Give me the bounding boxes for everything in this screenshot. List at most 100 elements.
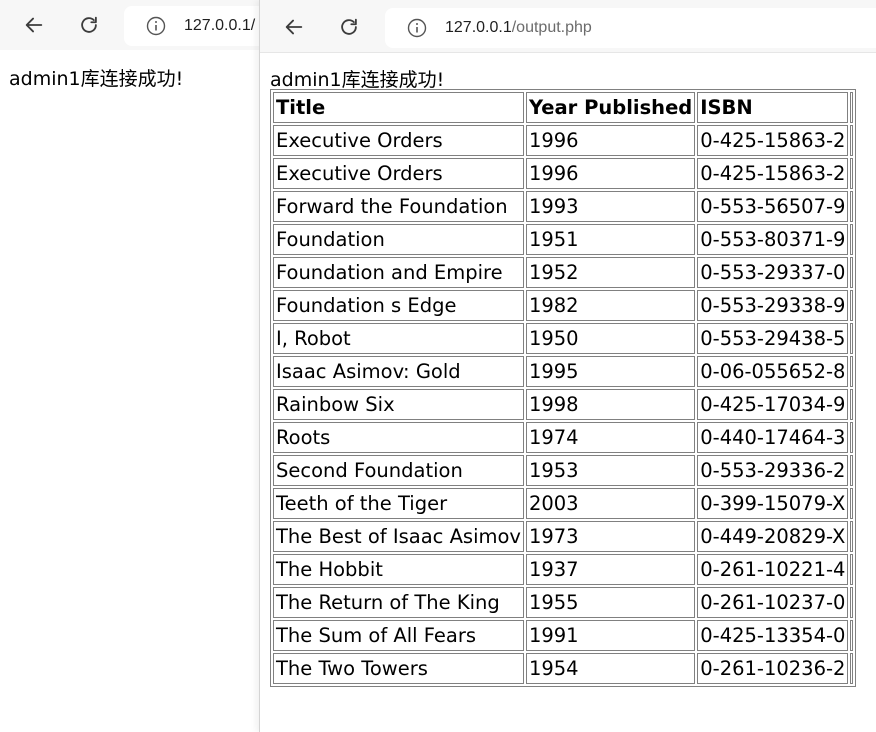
- empty-column-cell: [850, 620, 854, 651]
- column-header-title: Title: [273, 92, 524, 123]
- table-row: Forward the Foundation 1993 0-553-56507-9: [273, 191, 854, 222]
- isbn-cell: 0-425-15863-2: [697, 158, 849, 189]
- year-published-cell: 1951: [525, 224, 696, 255]
- isbn-cell: 0-440-17464-3: [697, 422, 849, 453]
- back-button[interactable]: [18, 9, 50, 41]
- empty-column-cell: [850, 356, 854, 387]
- front-window-toolbar: 127.0.0.1/output.php: [260, 0, 876, 53]
- year-published-cell: 1952: [525, 257, 696, 288]
- connection-status-message: admin1库连接成功!: [9, 68, 184, 90]
- table-row: Isaac Asimov: Gold 1995 0-06-055652-8: [273, 356, 854, 387]
- year-published-cell: 1955: [525, 587, 696, 618]
- year-published-cell: 1953: [525, 455, 696, 486]
- info-icon[interactable]: [146, 16, 166, 36]
- table-row: Executive Orders 1996 0-425-15863-2: [273, 125, 854, 156]
- reload-button[interactable]: [333, 11, 365, 43]
- book-title-cell: The Hobbit: [273, 554, 524, 585]
- book-title-cell: Isaac Asimov: Gold: [273, 356, 524, 387]
- isbn-cell: 0-553-29336-2: [697, 455, 849, 486]
- url-text[interactable]: 127.0.0.1/: [184, 17, 255, 35]
- arrow-left-icon: [25, 17, 43, 33]
- empty-column-cell: [850, 224, 854, 255]
- table-row: Second Foundation 1953 0-553-29336-2: [273, 455, 854, 486]
- empty-column-cell: [850, 290, 854, 321]
- year-published-cell: 1991: [525, 620, 696, 651]
- isbn-cell: 0-449-20829-X: [697, 521, 849, 552]
- isbn-cell: 0-399-15079-X: [697, 488, 849, 519]
- book-title-cell: Forward the Foundation: [273, 191, 524, 222]
- book-title-cell: Foundation: [273, 224, 524, 255]
- back-window-toolbar: 127.0.0.1/: [0, 0, 300, 50]
- year-published-cell: 1993: [525, 191, 696, 222]
- book-title-cell: The Return of The King: [273, 587, 524, 618]
- address-bar[interactable]: 127.0.0.1/output.php: [385, 8, 876, 48]
- isbn-cell: 0-553-56507-9: [697, 191, 849, 222]
- empty-column-cell: [850, 488, 854, 519]
- book-title-cell: Foundation s Edge: [273, 290, 524, 321]
- year-published-cell: 1998: [525, 389, 696, 420]
- isbn-cell: 0-261-10221-4: [697, 554, 849, 585]
- empty-column-cell: [850, 554, 854, 585]
- isbn-cell: 0-06-055652-8: [697, 356, 849, 387]
- year-published-cell: 1996: [525, 158, 696, 189]
- connection-status-message: admin1库连接成功!: [270, 69, 445, 91]
- url-host: 127.0.0.1: [445, 19, 512, 36]
- empty-column-cell: [850, 422, 854, 453]
- isbn-cell: 0-425-13354-0: [697, 620, 849, 651]
- foreground-browser-window: 127.0.0.1/output.php admin1库连接成功! Title …: [259, 0, 876, 732]
- empty-column-cell: [850, 158, 854, 189]
- reload-button[interactable]: [73, 9, 105, 41]
- book-title-cell: Second Foundation: [273, 455, 524, 486]
- table-row: The Hobbit 1937 0-261-10221-4: [273, 554, 854, 585]
- isbn-cell: 0-261-10236-2: [697, 653, 849, 684]
- empty-column-cell: [850, 191, 854, 222]
- books-table-body: Executive Orders 1996 0-425-15863-2 Executi…: [273, 125, 854, 684]
- book-title-cell: The Sum of All Fears: [273, 620, 524, 651]
- year-published-cell: 1937: [525, 554, 696, 585]
- table-row: The Two Towers 1954 0-261-10236-2: [273, 653, 854, 684]
- empty-column-cell: [850, 455, 854, 486]
- info-icon[interactable]: [407, 18, 427, 38]
- background-browser-window: 127.0.0.1/ admin1库连接成功!: [0, 0, 300, 732]
- table-header-row: Title Year Published ISBN: [273, 92, 854, 123]
- back-button[interactable]: [278, 11, 310, 43]
- table-row: Foundation and Empire 1952 0-553-29337-0: [273, 257, 854, 288]
- empty-column-cell: [850, 323, 854, 354]
- book-title-cell: Rainbow Six: [273, 389, 524, 420]
- book-title-cell: Roots: [273, 422, 524, 453]
- table-row: Foundation 1951 0-553-80371-9: [273, 224, 854, 255]
- url-text[interactable]: 127.0.0.1/output.php: [445, 19, 592, 37]
- isbn-cell: 0-553-80371-9: [697, 224, 849, 255]
- book-title-cell: The Best of Isaac Asimov: [273, 521, 524, 552]
- empty-column-cell: [850, 521, 854, 552]
- empty-column-cell: [850, 257, 854, 288]
- isbn-cell: 0-425-15863-2: [697, 125, 849, 156]
- year-published-cell: 1996: [525, 125, 696, 156]
- table-row: The Sum of All Fears 1991 0-425-13354-0: [273, 620, 854, 651]
- year-published-cell: 1974: [525, 422, 696, 453]
- isbn-cell: 0-553-29438-5: [697, 323, 849, 354]
- isbn-cell: 0-425-17034-9: [697, 389, 849, 420]
- empty-column-cell: [850, 92, 854, 123]
- arrow-left-icon: [285, 19, 303, 35]
- empty-column-cell: [850, 587, 854, 618]
- empty-column-cell: [850, 653, 854, 684]
- empty-column-cell: [850, 389, 854, 420]
- year-published-cell: 2003: [525, 488, 696, 519]
- url-path: /output.php: [511, 19, 592, 36]
- table-row: The Return of The King 1955 0-261-10237-0: [273, 587, 854, 618]
- table-row: Rainbow Six 1998 0-425-17034-9: [273, 389, 854, 420]
- books-table: Title Year Published ISBN Executive Orde…: [270, 89, 857, 687]
- isbn-cell: 0-261-10237-0: [697, 587, 849, 618]
- isbn-cell: 0-553-29337-0: [697, 257, 849, 288]
- book-title-cell: I, Robot: [273, 323, 524, 354]
- table-row: I, Robot 1950 0-553-29438-5: [273, 323, 854, 354]
- year-published-cell: 1973: [525, 521, 696, 552]
- isbn-cell: 0-553-29338-9: [697, 290, 849, 321]
- year-published-cell: 1995: [525, 356, 696, 387]
- book-title-cell: Foundation and Empire: [273, 257, 524, 288]
- year-published-cell: 1954: [525, 653, 696, 684]
- book-title-cell: The Two Towers: [273, 653, 524, 684]
- book-title-cell: Teeth of the Tiger: [273, 488, 524, 519]
- column-header-year-published: Year Published: [525, 92, 696, 123]
